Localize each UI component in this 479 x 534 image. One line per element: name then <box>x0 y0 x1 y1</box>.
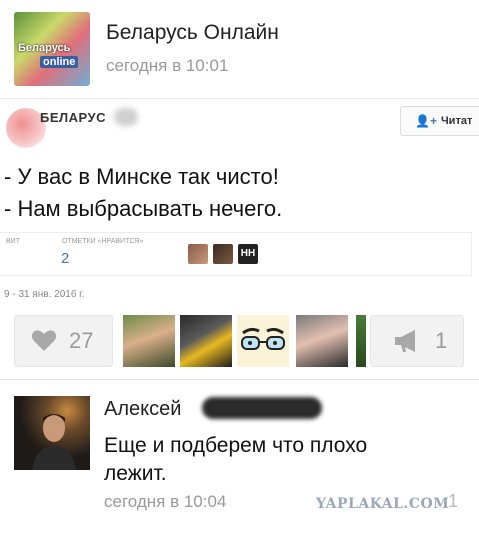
comment-author[interactable]: Алексей <box>104 398 181 421</box>
embedded-read-button: 👤+ Читат <box>400 106 479 136</box>
liker-avatar[interactable] <box>296 315 348 367</box>
liker-avatar[interactable] <box>237 315 289 367</box>
add-user-icon: 👤+ <box>415 114 437 128</box>
share-count: 1 <box>435 328 448 353</box>
avatar-logo-text: Беларусь <box>18 42 71 54</box>
comment-avatar[interactable] <box>14 396 90 470</box>
joke-line-1: - У вас в Минске так чисто! <box>4 164 279 189</box>
redaction-blur <box>114 108 138 126</box>
heart-icon <box>31 330 57 351</box>
share-button[interactable]: 1 <box>370 315 464 367</box>
stat-label-reposts: ВИТ <box>6 238 20 245</box>
stat-likes-value: 2 <box>61 250 70 267</box>
glasses-icon <box>241 327 285 350</box>
stat-label-likes: ОТМЕТКИ «НРАВИТСЯ» <box>62 238 144 245</box>
liker-thumbnail <box>213 244 233 264</box>
embedded-date-range: 9 - 31 янв. 2016 г. <box>4 289 85 300</box>
liker-thumbnail: НН <box>238 244 258 264</box>
group-name[interactable]: Беларусь Онлайн <box>106 21 279 45</box>
liker-avatar[interactable] <box>180 315 232 367</box>
embedded-read-label: Читат <box>440 115 473 127</box>
like-button[interactable]: 27 <box>14 315 113 367</box>
comment-time[interactable]: сегодня в 10:04 <box>104 492 226 512</box>
redaction-blur <box>202 397 322 419</box>
liker-avatar[interactable] <box>356 315 366 367</box>
comment-text: Еще и подберем что плохо лежит. <box>104 434 368 485</box>
section-divider <box>0 379 479 380</box>
embedded-source-name: БЕЛАРУС <box>40 110 106 125</box>
liker-avatar[interactable] <box>123 315 175 367</box>
watermark: YAPLAKAL.COM <box>316 496 450 512</box>
post-time[interactable]: сегодня в 10:01 <box>106 56 228 76</box>
comment-like-count[interactable]: 1 <box>448 491 458 512</box>
megaphone-icon <box>395 330 415 352</box>
liker-thumbnail <box>188 244 208 264</box>
group-avatar[interactable]: Беларусь online <box>14 12 90 86</box>
embedded-divider <box>0 98 479 99</box>
like-count: 27 <box>69 328 94 353</box>
person-photo <box>32 414 76 470</box>
joke-line-2: - Нам выбрасывать нечего. <box>4 196 283 221</box>
avatar-logo-badge: online <box>40 56 79 68</box>
